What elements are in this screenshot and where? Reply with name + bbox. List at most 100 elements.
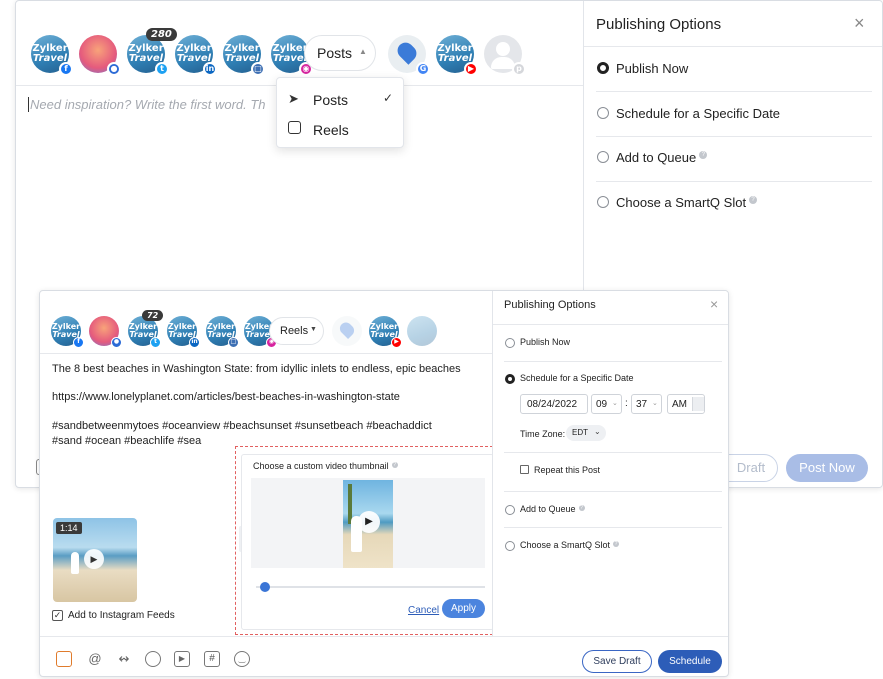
- publishing-options-panel: Publishing Options × Publish Now Schedul…: [492, 291, 728, 636]
- account-avatar-youtube[interactable]: Zylker Travel ▶: [436, 35, 478, 76]
- radio-publish-now[interactable]: [597, 62, 609, 74]
- pinterest-icon: p: [512, 62, 526, 76]
- link-shortener-icon[interactable]: ↭: [116, 651, 132, 667]
- post-hashtags: #sandbetweenmytoes #oceanview #beachsuns…: [52, 420, 432, 432]
- thumbnail-chooser: Choose a custom video thumbnail? ▶ Cance…: [241, 454, 494, 630]
- help-icon[interactable]: ?: [699, 151, 708, 159]
- page-icon: □: [228, 337, 239, 348]
- account-avatar-group[interactable]: ●: [79, 35, 121, 76]
- chevron-down-icon: ⌄: [612, 400, 618, 407]
- help-icon[interactable]: ?: [613, 541, 620, 547]
- option-queue[interactable]: Add to Queue?: [504, 503, 724, 519]
- option-schedule[interactable]: Schedule for a Specific Date: [504, 372, 724, 388]
- radio-queue[interactable]: [505, 505, 515, 515]
- tag-icon[interactable]: [145, 651, 161, 667]
- video-duration: 1:14: [56, 522, 82, 534]
- add-to-feeds[interactable]: ✓ Add to Instagram Feeds: [52, 609, 212, 625]
- account-avatar-google[interactable]: [332, 316, 362, 346]
- mention-icon[interactable]: @: [87, 651, 103, 667]
- play-icon[interactable]: ▶: [358, 511, 380, 533]
- image-icon[interactable]: [56, 651, 72, 667]
- option-smartq[interactable]: Choose a SmartQ Slot?: [596, 193, 876, 213]
- facebook-icon: f: [73, 337, 84, 348]
- thumbnail-title: Choose a custom video thumbnail?: [253, 461, 398, 471]
- account-avatar-pinterest[interactable]: [407, 316, 437, 346]
- account-avatar-linkedin[interactable]: Zylker Travel in: [175, 35, 217, 76]
- checkbox[interactable]: [520, 465, 529, 474]
- account-avatar-facebook[interactable]: Zylker Travel f: [31, 35, 73, 76]
- reels-icon: [288, 121, 301, 134]
- minute-select[interactable]: 37 ⌄: [631, 394, 662, 414]
- hashtag-icon[interactable]: #: [204, 651, 220, 667]
- hour-select[interactable]: 09 ⌄: [591, 394, 622, 414]
- twitter-icon: t: [150, 337, 161, 348]
- option-publish-now[interactable]: Publish Now: [596, 59, 876, 79]
- post-editor[interactable]: Need inspiration? Write the first word. …: [28, 96, 268, 116]
- account-avatar-youtube[interactable]: Zylker Travel ▶: [369, 316, 402, 348]
- thumbnail-frame[interactable]: ▶: [343, 480, 393, 568]
- radio-queue[interactable]: [597, 151, 609, 163]
- schedule-button[interactable]: Schedule: [658, 650, 722, 673]
- radio-schedule[interactable]: [597, 107, 609, 119]
- caret-up-icon: ▲: [359, 47, 367, 56]
- help-icon[interactable]: ?: [391, 462, 398, 468]
- thumbnail-preview: ▶: [251, 478, 485, 568]
- radio-schedule[interactable]: [505, 374, 515, 384]
- account-avatar-linkedin[interactable]: Zylker Travel in: [167, 316, 200, 348]
- cancel-link[interactable]: Cancel: [408, 605, 439, 616]
- account-avatar-pinterest[interactable]: p: [484, 35, 526, 76]
- slider-knob[interactable]: [260, 582, 270, 592]
- radio-smartq[interactable]: [505, 541, 515, 551]
- help-icon[interactable]: ?: [749, 196, 758, 204]
- option-queue[interactable]: Add to Queue?: [596, 148, 876, 168]
- timezone-label: Time Zone:: [520, 429, 566, 439]
- map-pin-icon: [337, 319, 357, 340]
- check-icon: ✓: [383, 91, 394, 105]
- thumbnail-slider[interactable]: [256, 582, 485, 592]
- page-icon: □: [251, 62, 265, 76]
- caret-down-icon: ▼: [310, 326, 317, 333]
- post-type-dropdown[interactable]: Reels ▼: [269, 317, 324, 345]
- emoji-icon[interactable]: ‿: [234, 651, 250, 667]
- account-avatar-page[interactable]: Zylker Travel □: [223, 35, 265, 76]
- radio-publish-now[interactable]: [505, 338, 515, 348]
- chevron-down-icon: ⌄: [594, 427, 601, 436]
- character-count: 72: [142, 310, 164, 321]
- close-icon[interactable]: ×: [854, 13, 865, 34]
- video-icon[interactable]: ▶: [174, 651, 190, 667]
- panel-title: Publishing Options: [596, 16, 722, 33]
- account-avatar-facebook[interactable]: Zylker Travel f: [51, 316, 84, 348]
- repeat-post[interactable]: Repeat this Post: [520, 464, 670, 478]
- ampm-toggle[interactable]: AM: [667, 394, 705, 414]
- option-smartq[interactable]: Choose a SmartQ Slot?: [504, 539, 724, 555]
- account-avatar-page[interactable]: Zylker Travel □: [206, 316, 239, 348]
- post-type-menu: ➤ Posts ✓ Reels: [276, 77, 404, 148]
- send-icon: ➤: [288, 91, 299, 106]
- facebook-icon: f: [59, 62, 73, 76]
- post-now-button[interactable]: Post Now: [786, 454, 868, 482]
- post-type-dropdown[interactable]: Posts ▲: [304, 35, 376, 71]
- account-avatar-group[interactable]: ●: [89, 316, 122, 348]
- apply-button[interactable]: Apply: [442, 599, 485, 618]
- video-preview[interactable]: 1:14 ▶: [53, 518, 137, 602]
- radio-smartq[interactable]: [597, 196, 609, 208]
- option-publish-now[interactable]: Publish Now: [504, 336, 724, 352]
- play-icon[interactable]: ▶: [84, 549, 104, 569]
- menu-item-reels[interactable]: Reels: [277, 115, 403, 145]
- account-avatar-twitter[interactable]: Zylker Travel 72 t: [128, 310, 164, 348]
- close-icon[interactable]: ×: [710, 296, 718, 312]
- help-icon[interactable]: ?: [578, 505, 585, 511]
- option-schedule[interactable]: Schedule for a Specific Date: [596, 104, 876, 124]
- account-avatar-twitter[interactable]: Zylker Travel 280 t: [127, 28, 177, 76]
- account-avatar-google[interactable]: G: [388, 35, 430, 76]
- checkbox-checked-icon[interactable]: ✓: [52, 610, 63, 621]
- timezone-select[interactable]: EDT ⌄: [566, 425, 606, 441]
- linkedin-icon: in: [189, 337, 200, 348]
- date-input[interactable]: 08/24/2022: [520, 394, 588, 414]
- save-draft-button[interactable]: Save Draft: [582, 650, 652, 673]
- editor-toolbar: @ ↭ ▶ # ‿: [56, 651, 256, 669]
- post-editor[interactable]: The 8 best beaches in Washington State: …: [52, 363, 492, 453]
- person-figure: [71, 552, 79, 574]
- twitter-icon: t: [155, 62, 169, 76]
- menu-item-posts[interactable]: ➤ Posts ✓: [277, 85, 403, 115]
